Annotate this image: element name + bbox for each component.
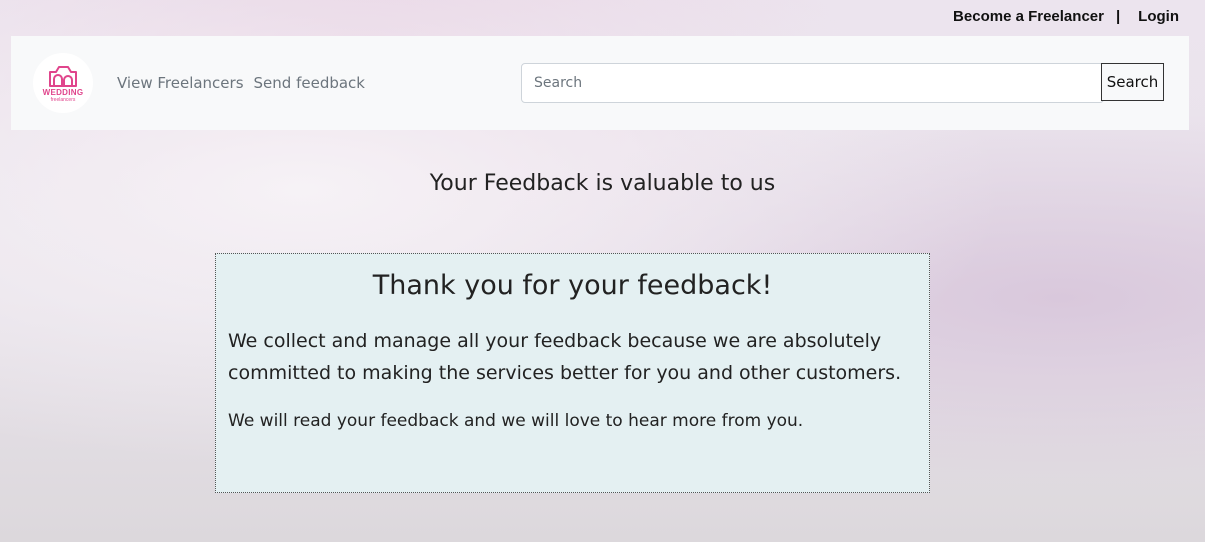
topbar-separator: | bbox=[1115, 8, 1121, 25]
search-button[interactable]: Search bbox=[1101, 63, 1164, 101]
nav-send-feedback[interactable]: Send feedback bbox=[254, 74, 365, 92]
page-heading: Your Feedback is valuable to us bbox=[429, 171, 776, 196]
card-paragraph-collect: We collect and manage all your feedback … bbox=[228, 330, 902, 384]
camera-icon bbox=[49, 65, 77, 87]
logo-text-freelancers: freelancers bbox=[50, 96, 76, 103]
card-title: Thank you for your feedback! bbox=[372, 270, 773, 301]
search-input[interactable] bbox=[521, 63, 1104, 103]
become-freelancer-link[interactable]: Become a Freelancer bbox=[953, 8, 1104, 25]
nav-view-freelancers[interactable]: View Freelancers bbox=[117, 74, 244, 92]
top-account-bar: Become a Freelancer | Login bbox=[953, 8, 1179, 25]
nav-links: View Freelancers Send feedback bbox=[117, 74, 365, 92]
brand-logo[interactable]: WEDDING freelancers bbox=[33, 53, 93, 113]
login-link[interactable]: Login bbox=[1138, 8, 1179, 25]
card-paragraph-read: We will read your feedback and we will l… bbox=[228, 411, 804, 431]
logo-text-wedding: WEDDING bbox=[42, 87, 84, 97]
navbar: WEDDING freelancers View Freelancers Sen… bbox=[11, 36, 1189, 130]
feedback-thanks-card: Thank you for your feedback! We collect … bbox=[215, 253, 930, 493]
